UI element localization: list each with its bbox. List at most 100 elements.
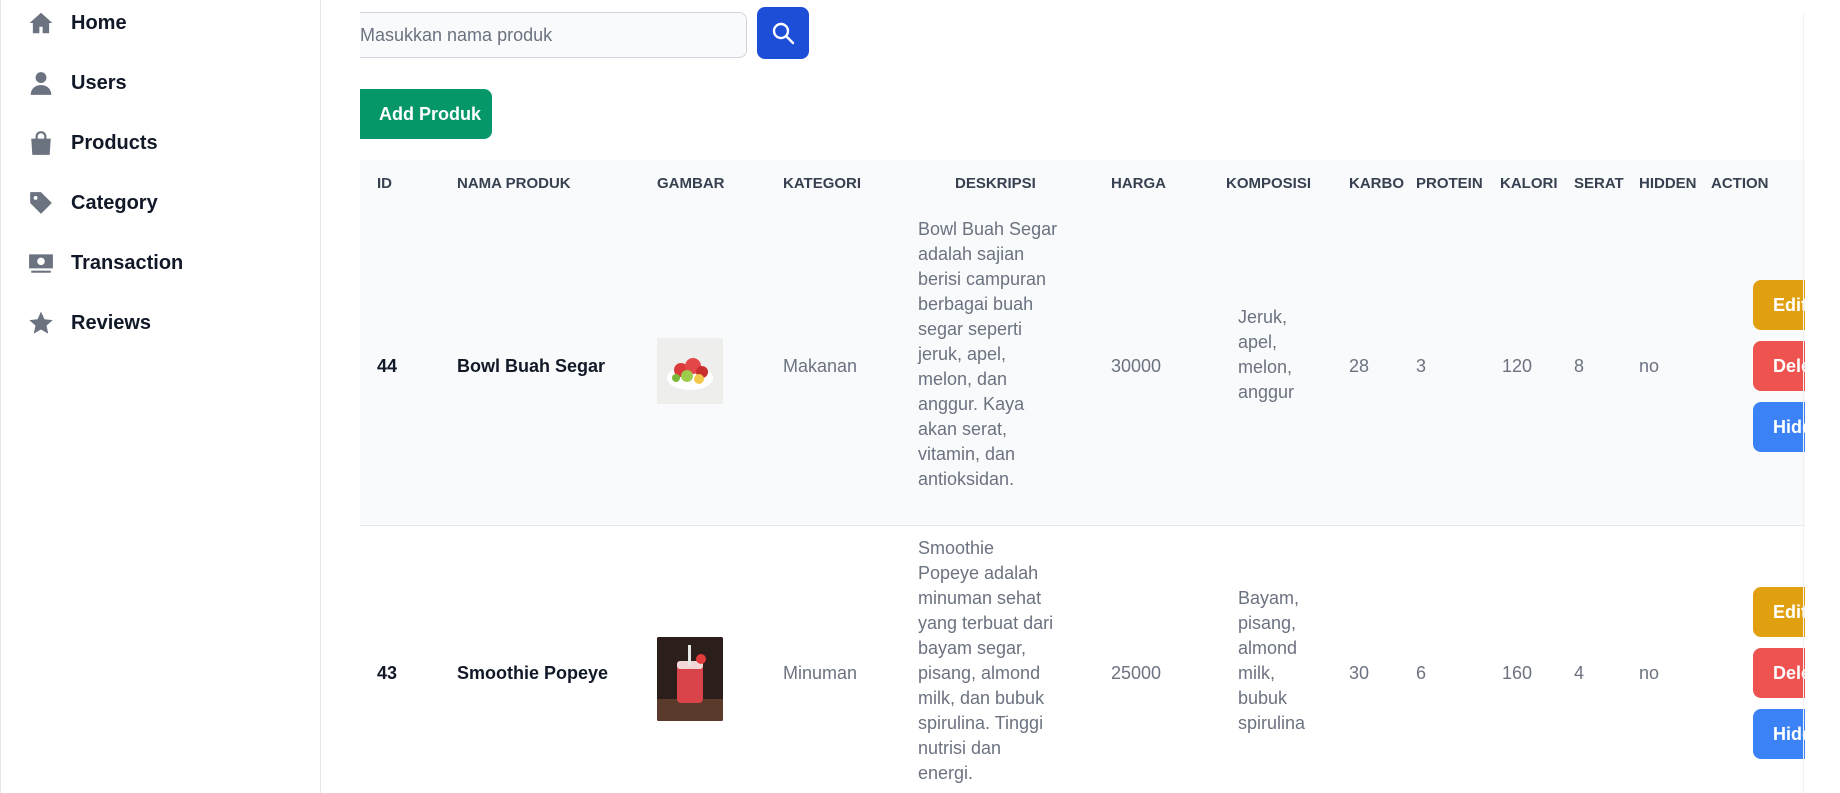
sidebar-item-products[interactable]: Products xyxy=(27,123,158,163)
description-line: anggur. Kaya xyxy=(918,394,1025,414)
composition-line: milk, xyxy=(1238,663,1275,683)
description-line: energi. xyxy=(918,763,974,783)
sidebar-item-transaction[interactable]: Transaction xyxy=(27,243,183,283)
column-header-hidden: HIDDEN xyxy=(1639,175,1697,192)
product-description: Smoothie Popeye adalah minuman sehat yan… xyxy=(918,536,1058,786)
product-description: Bowl Buah Segar adalah sajian berisi cam… xyxy=(918,217,1058,492)
edit-button[interactable]: Edit xyxy=(1753,280,1805,330)
description-line: Smoothie xyxy=(918,538,995,558)
composition-line: melon, xyxy=(1238,357,1293,377)
add-product-button[interactable]: Add Produk xyxy=(360,89,492,139)
composition-line: spirulina xyxy=(1238,713,1306,733)
hide-button[interactable]: Hidde xyxy=(1753,709,1805,759)
hide-button[interactable]: Hidde xyxy=(1753,402,1805,452)
product-protein: 3 xyxy=(1416,356,1427,376)
column-header-description: DESKRIPSI xyxy=(955,175,1036,192)
column-header-id: ID xyxy=(377,175,392,192)
description-line: nutrisi dan xyxy=(918,738,1002,758)
composition-line: Jeruk, xyxy=(1238,307,1288,327)
description-line: jeruk, apel, xyxy=(918,344,1007,364)
sidebar-item-label: Transaction xyxy=(71,251,184,274)
product-calories: 120 xyxy=(1502,356,1533,376)
description-line: melon, dan xyxy=(918,369,1008,389)
product-id: 43 xyxy=(377,663,398,683)
description-line: berisi campuran xyxy=(918,269,1047,289)
main-content: Add Produk ID NAMA PRODUK GAMBAR KATEGOR… xyxy=(360,0,1805,793)
description-line: pisang, almond xyxy=(918,663,1041,683)
search-icon xyxy=(772,22,795,45)
sidebar-item-label: Products xyxy=(71,131,158,154)
product-id: 44 xyxy=(377,356,398,376)
money-icon xyxy=(27,249,55,277)
description-line: spirulina. Tinggi xyxy=(918,713,1044,733)
product-category: Minuman xyxy=(783,663,858,683)
product-name: Smoothie Popeye xyxy=(457,663,609,683)
user-icon xyxy=(27,69,55,97)
sidebar-item-category[interactable]: Category xyxy=(27,183,158,223)
search-input[interactable] xyxy=(360,12,747,58)
product-fiber: 8 xyxy=(1574,356,1585,376)
column-header-fiber: SERAT xyxy=(1574,175,1624,192)
product-image xyxy=(657,637,723,721)
column-header-carbs: KARBO xyxy=(1349,175,1404,192)
composition-line: bubuk xyxy=(1238,688,1288,708)
column-header-name: NAMA PRODUK xyxy=(457,175,571,192)
home-icon xyxy=(27,9,55,37)
sidebar-item-home[interactable]: Home xyxy=(27,3,127,43)
description-line: adalah sajian xyxy=(918,244,1025,264)
delete-button[interactable]: Delet xyxy=(1753,648,1805,698)
description-line: berbagai buah xyxy=(918,294,1034,314)
product-composition: Bayam, pisang, almond milk, bubuk spirul… xyxy=(1238,586,1318,736)
composition-line: almond xyxy=(1238,638,1298,658)
table-header: ID NAMA PRODUK GAMBAR KATEGORI DESKRIPSI… xyxy=(360,160,1805,208)
delete-button[interactable]: Delet xyxy=(1753,341,1805,391)
product-carbs: 28 xyxy=(1349,356,1370,376)
table-row: 43 Smoothie Popeye Minuman Smoothie Pope… xyxy=(360,527,1805,793)
table-row: 44 Bowl Buah Segar Makanan Bowl Buah Seg… xyxy=(360,208,1805,526)
column-header-calories: KALORI xyxy=(1500,175,1558,192)
product-category: Makanan xyxy=(783,356,858,376)
description-line: milk, dan bubuk xyxy=(918,688,1045,708)
sidebar: Home Users Products Category Transaction… xyxy=(0,0,321,793)
search-button[interactable] xyxy=(757,7,809,59)
description-line: minuman sehat xyxy=(918,588,1042,608)
content-border xyxy=(1803,14,1804,793)
description-line: vitamin, dan xyxy=(918,444,1016,464)
column-header-category: KATEGORI xyxy=(783,175,862,192)
column-header-price: HARGA xyxy=(1111,175,1166,192)
column-header-composition: KOMPOSISI xyxy=(1226,175,1312,192)
sidebar-item-label: Home xyxy=(71,11,127,34)
sidebar-item-label: Users xyxy=(71,71,127,94)
sidebar-item-label: Category xyxy=(71,191,158,214)
composition-line: anggur xyxy=(1238,382,1295,402)
product-hidden: no xyxy=(1639,663,1660,683)
product-composition: Jeruk, apel, melon, anggur xyxy=(1238,305,1318,405)
composition-line: pisang, xyxy=(1238,613,1297,633)
column-header-action: ACTION xyxy=(1711,175,1769,192)
description-line: akan serat, xyxy=(918,419,1008,439)
sidebar-item-users[interactable]: Users xyxy=(27,63,127,103)
description-line: bayam segar, xyxy=(918,638,1027,658)
product-carbs: 30 xyxy=(1349,663,1370,683)
product-calories: 160 xyxy=(1502,663,1533,683)
product-price: 25000 xyxy=(1111,663,1162,683)
shopping-bag-icon xyxy=(27,129,55,157)
product-protein: 6 xyxy=(1416,663,1427,683)
product-image xyxy=(657,338,723,404)
column-header-protein: PROTEIN xyxy=(1416,175,1483,192)
star-icon xyxy=(27,309,55,337)
product-price: 30000 xyxy=(1111,356,1162,376)
sidebar-item-reviews[interactable]: Reviews xyxy=(27,303,151,343)
tag-icon xyxy=(27,189,55,217)
description-line: Popeye adalah xyxy=(918,563,1039,583)
sidebar-item-label: Reviews xyxy=(71,311,152,334)
composition-line: apel, xyxy=(1238,332,1278,352)
description-line: segar seperti xyxy=(918,319,1023,339)
product-name: Bowl Buah Segar xyxy=(457,356,606,376)
description-line: antioksidan. xyxy=(918,469,1015,489)
product-hidden: no xyxy=(1639,356,1660,376)
edit-button[interactable]: Edit xyxy=(1753,587,1805,637)
description-line: Bowl Buah Segar xyxy=(918,219,1058,239)
description-line: yang terbuat dari xyxy=(918,613,1054,633)
composition-line: Bayam, xyxy=(1238,588,1300,608)
